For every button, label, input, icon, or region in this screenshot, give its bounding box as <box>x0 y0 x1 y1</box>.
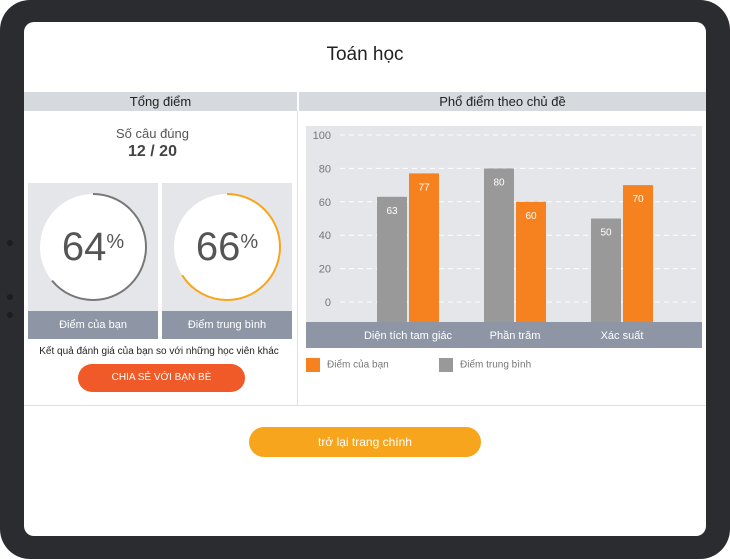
legend-swatch-avg <box>439 358 453 372</box>
bar-value-label: 80 <box>493 177 505 188</box>
y-tick-label: 80 <box>319 163 331 175</box>
page-title: Toán học <box>326 44 404 65</box>
your-score-label: Điểm của bạn <box>28 311 158 339</box>
column-divider <box>297 111 298 405</box>
bar <box>484 168 514 322</box>
topic-score-chart: 0 20 40 60 80 100 63 77 Diện tích tam giác 80 60 Ph… <box>306 126 702 348</box>
your-score-value: 64 <box>61 225 107 269</box>
bar-value-label: 50 <box>600 228 612 239</box>
average-score-percent: 66% <box>162 225 292 270</box>
compare-text: Kết quả đánh giá của bạn so với những họ… <box>39 346 279 357</box>
category-label: Phần trăm <box>490 330 541 342</box>
bar-chart-svg: 0 20 40 60 80 100 63 77 Diện tích tam giác 80 60 Ph… <box>306 130 702 348</box>
bar <box>409 173 439 322</box>
legend-average-score: Điểm trung bình <box>439 358 531 372</box>
back-to-home-button[interactable]: trở lại trang chính <box>249 427 481 457</box>
bar-value-label: 63 <box>386 206 398 217</box>
legend-label-you: Điểm của bạn <box>327 359 389 371</box>
legend-your-score: Điểm của bạn <box>306 358 389 372</box>
correct-answers-label: Số câu đúng <box>115 126 189 141</box>
tablet-frame: Toán học Tổng điểm Phổ điểm theo chủ đề … <box>0 0 730 559</box>
your-score-card: 64% Điểm của bạn <box>28 183 158 339</box>
your-score-percent: 64% <box>28 225 158 270</box>
side-button <box>7 240 13 246</box>
percent-sign: % <box>240 231 259 253</box>
correct-answers-value: 12 / 20 <box>128 143 177 160</box>
average-score-card: 66% Điểm trung bình <box>162 183 292 339</box>
bar <box>623 185 653 322</box>
section-divider <box>24 405 706 406</box>
y-tick-label: 100 <box>313 130 331 142</box>
summary-header: Tổng điểm <box>24 92 297 111</box>
category-label: Xác suất <box>601 330 644 342</box>
y-tick-label: 40 <box>319 230 331 242</box>
average-score-value: 66 <box>195 225 241 269</box>
bar-value-label: 77 <box>418 182 430 193</box>
category-label: Diện tích tam giác <box>364 330 453 342</box>
y-tick-label: 0 <box>325 297 331 309</box>
y-tick-label: 20 <box>319 264 331 276</box>
share-with-friends-button[interactable]: CHIA SẺ VỚI BẠN BÈ <box>78 364 245 392</box>
side-button <box>7 294 13 300</box>
legend-label-avg: Điểm trung bình <box>460 359 532 371</box>
screen: Toán học Tổng điểm Phổ điểm theo chủ đề … <box>24 22 706 536</box>
y-tick-label: 60 <box>319 197 331 209</box>
percent-sign: % <box>106 231 125 253</box>
average-score-label: Điểm trung bình <box>162 311 292 339</box>
bar-value-label: 60 <box>525 211 537 222</box>
bar-value-label: 70 <box>632 194 644 205</box>
side-button <box>7 312 13 318</box>
distribution-header: Phổ điểm theo chủ đề <box>299 92 706 111</box>
legend-swatch-you <box>306 358 320 372</box>
